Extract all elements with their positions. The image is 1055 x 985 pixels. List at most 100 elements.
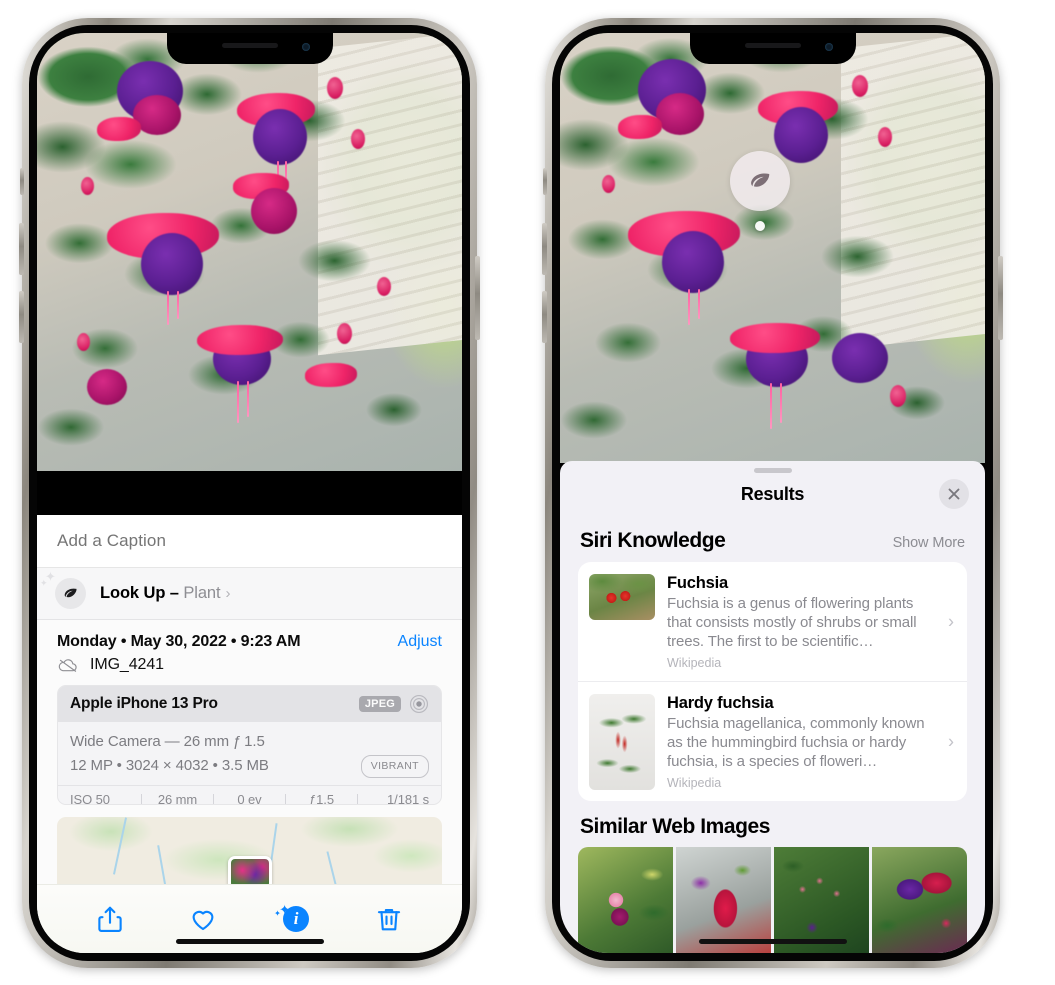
- photo-bloom: [832, 333, 888, 383]
- camera-info-card[interactable]: Apple iPhone 13 Pro JPEG Wide Camera — 2…: [57, 685, 442, 806]
- photo-bloom: [141, 233, 203, 295]
- file-row: IMG_4241: [37, 655, 462, 685]
- exif-focal: 26 mm: [157, 792, 198, 806]
- volume-down-button[interactable]: [19, 291, 24, 343]
- specs-line: 12 MP • 3024 × 4032 • 3.5 MB: [70, 757, 269, 775]
- web-image-2[interactable]: [676, 847, 771, 953]
- photo-bud: [81, 177, 94, 195]
- exif-row: ISO 50 26 mm 0 ev ƒ1.5 1/181 s: [58, 785, 441, 805]
- sheet-title: Results: [740, 483, 805, 504]
- exif-aperture: ƒ1.5: [309, 792, 334, 806]
- camera-card-header: Apple iPhone 13 Pro JPEG: [58, 686, 441, 723]
- earpiece-speaker: [221, 43, 278, 48]
- photo-stamen: [167, 291, 169, 325]
- result-description: Fuchsia is a genus of flowering plants t…: [667, 595, 917, 651]
- adjust-button[interactable]: Adjust: [398, 633, 442, 651]
- mute-switch[interactable]: [20, 168, 24, 195]
- info-sparkle-icon[interactable]: ✦ ✦ i: [274, 902, 311, 934]
- photo-bloom: [618, 115, 662, 139]
- caption-row[interactable]: [37, 515, 462, 569]
- screenshot-stage: ✦ ✦ Look Up – Plant › Mo: [0, 0, 1055, 985]
- photo-bud: [878, 127, 892, 147]
- photo-bloom: [197, 325, 283, 355]
- photo-bloom: [662, 231, 724, 293]
- share-icon[interactable]: [95, 904, 125, 934]
- chevron-right-icon: ›: [948, 611, 954, 632]
- photo-stamen: [770, 383, 772, 429]
- similar-web-images-header: Similar Web Images: [560, 801, 985, 847]
- notch: [689, 33, 856, 64]
- photo-bud: [890, 385, 906, 407]
- photo-stamen: [688, 289, 690, 325]
- web-image-3[interactable]: [774, 847, 869, 953]
- photo-bloom: [253, 109, 307, 165]
- chevron-right-icon: ›: [948, 731, 954, 752]
- photo-view[interactable]: [37, 33, 462, 471]
- photo-stamen: [780, 383, 782, 423]
- volume-down-button[interactable]: [542, 291, 547, 343]
- lens-line: Wide Camera — 26 mm ƒ 1.5: [70, 733, 265, 751]
- aperture-icon: [409, 695, 429, 714]
- file-name: IMG_4241: [90, 656, 164, 674]
- heart-icon[interactable]: [188, 904, 218, 934]
- location-map[interactable]: [57, 817, 442, 885]
- exif-shutter: 1/181 s: [387, 792, 429, 806]
- web-image-1[interactable]: [578, 847, 673, 953]
- front-camera-icon: [824, 43, 833, 51]
- look-up-row[interactable]: ✦ ✦ Look Up – Plant ›: [37, 568, 462, 621]
- photo-bud: [852, 75, 868, 97]
- photo-view[interactable]: [560, 33, 985, 463]
- photo-info-panel: ✦ ✦ Look Up – Plant › Mo: [37, 515, 462, 953]
- photo-bud: [351, 129, 365, 149]
- earpiece-speaker: [744, 43, 801, 48]
- caption-input[interactable]: [57, 531, 442, 552]
- photo-bloom: [97, 117, 141, 141]
- mute-switch[interactable]: [543, 168, 547, 195]
- photographic-style-badge: VIBRANT: [360, 754, 429, 778]
- camera-card-body: Wide Camera — 26 mm ƒ 1.5 12 MP • 3024 ×…: [58, 722, 441, 786]
- power-button[interactable]: [475, 256, 480, 340]
- web-image-4[interactable]: [872, 847, 967, 953]
- photo-bloom: [730, 323, 820, 353]
- exif-iso: ISO 50: [70, 792, 110, 806]
- volume-up-button[interactable]: [19, 223, 24, 275]
- photo-bud: [377, 277, 391, 296]
- photo-bud: [337, 323, 352, 344]
- close-icon[interactable]: [939, 479, 969, 509]
- result-thumbnail: [589, 694, 655, 791]
- photo-bloom: [251, 188, 297, 234]
- photo-bloom: [774, 107, 828, 163]
- phone-screen-left: ✦ ✦ Look Up – Plant › Mo: [37, 33, 462, 953]
- leaf-icon: [64, 588, 77, 598]
- date-row: Monday • May 30, 2022 • 9:23 AM Adjust: [37, 620, 462, 655]
- power-button[interactable]: [998, 256, 1003, 340]
- photo-location-pin[interactable]: [227, 856, 272, 885]
- list-item[interactable]: Hardy fuchsia Fuchsia magellanica, commo…: [578, 681, 967, 801]
- look-up-badge: ✦ ✦: [40, 570, 86, 610]
- visual-look-up-badge[interactable]: [730, 151, 790, 211]
- show-more-button[interactable]: Show More: [893, 535, 966, 551]
- list-item[interactable]: Fuchsia Fuchsia is a genus of flowering …: [578, 562, 967, 681]
- result-title: Fuchsia: [667, 574, 728, 592]
- front-camera-icon: [301, 43, 310, 51]
- siri-knowledge-title: Siri Knowledge: [580, 529, 726, 552]
- siri-knowledge-list: Fuchsia Fuchsia is a genus of flowering …: [578, 562, 967, 802]
- phone-right: Results Siri Knowledge Show More Fuchsia…: [542, 18, 1003, 968]
- photo-bloom: [305, 363, 357, 387]
- home-indicator[interactable]: [175, 939, 324, 944]
- result-source: Wikipedia: [667, 776, 722, 791]
- result-source: Wikipedia: [667, 656, 722, 671]
- chevron-right-icon: ›: [225, 585, 231, 603]
- volume-up-button[interactable]: [542, 223, 547, 275]
- sheet-header: Results: [560, 473, 985, 515]
- format-badge: JPEG: [358, 696, 401, 713]
- home-indicator[interactable]: [698, 939, 847, 944]
- photo-stamen: [247, 381, 249, 417]
- sparkle-icon: ✦ ✦: [274, 902, 291, 919]
- photo-stamen: [237, 381, 239, 423]
- similar-web-images-strip: [578, 847, 967, 953]
- results-sheet: Results Siri Knowledge Show More Fuchsia…: [560, 461, 985, 953]
- trash-icon[interactable]: [374, 904, 404, 934]
- siri-knowledge-header: Siri Knowledge Show More: [560, 515, 985, 562]
- photo-bloom: [87, 369, 127, 405]
